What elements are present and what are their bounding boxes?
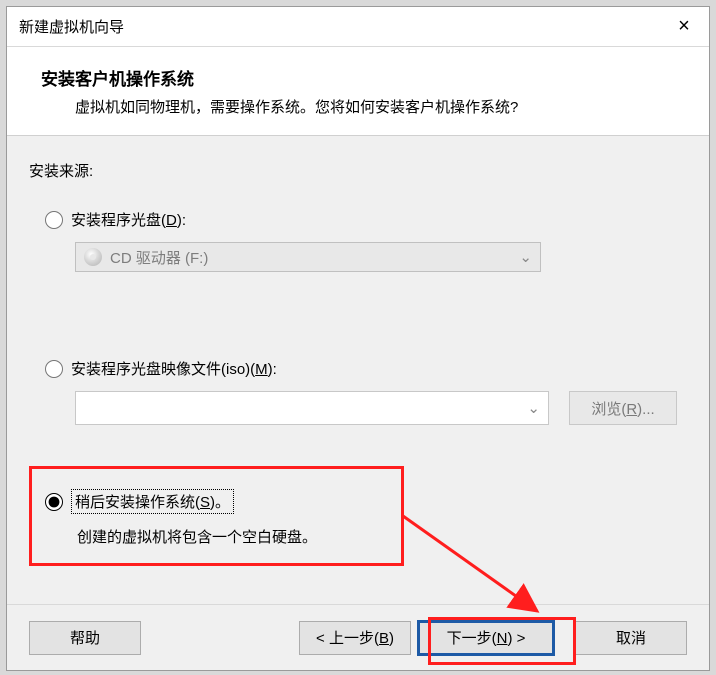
- iso-row: ⌄ 浏览(R)...: [75, 391, 687, 425]
- wizard-header: 安装客户机操作系统 虚拟机如同物理机，需要操作系统。您将如何安装客户机操作系统?: [7, 47, 709, 136]
- text: 安装程序光盘映像文件(iso)(: [71, 361, 255, 378]
- back-button-label: < 上一步(B): [316, 627, 394, 648]
- text: 安装程序光盘(: [71, 212, 166, 229]
- browse-button[interactable]: 浏览(R)...: [569, 391, 677, 425]
- option-iso-file[interactable]: 安装程序光盘映像文件(iso)(M):: [45, 358, 687, 379]
- disc-icon: [84, 248, 102, 266]
- radio-iso-file[interactable]: [45, 360, 63, 378]
- text: 稍后安装操作系统(: [75, 494, 200, 511]
- text: < 上一步(: [316, 630, 379, 647]
- close-icon: ×: [678, 15, 690, 38]
- page-title: 安装客户机操作系统: [41, 65, 681, 90]
- install-source-group: 安装程序光盘(D): CD 驱动器 (F:) ⌄ 安装程序光盘映像文件(iso)…: [45, 209, 687, 547]
- cancel-button-label: 取消: [616, 627, 646, 648]
- next-button[interactable]: 下一步(N) >: [417, 620, 555, 656]
- hotkey: R: [626, 401, 637, 418]
- back-button[interactable]: < 上一步(B): [299, 621, 411, 655]
- chevron-down-icon: ⌄: [527, 399, 540, 417]
- iso-path-combo[interactable]: ⌄: [75, 391, 549, 425]
- hotkey: N: [497, 630, 508, 647]
- radio-install-later[interactable]: [45, 493, 63, 511]
- text: ):: [177, 212, 186, 229]
- option-installer-disc[interactable]: 安装程序光盘(D):: [45, 209, 687, 230]
- hotkey: B: [379, 630, 389, 647]
- wizard-window: 新建虚拟机向导 × 安装客户机操作系统 虚拟机如同物理机，需要操作系统。您将如何…: [6, 6, 710, 671]
- text: 浏览(: [591, 401, 626, 418]
- option-iso-file-label: 安装程序光盘映像文件(iso)(M):: [71, 358, 277, 379]
- source-label: 安装来源:: [29, 160, 687, 181]
- install-later-hint: 创建的虚拟机将包含一个空白硬盘。: [77, 526, 687, 547]
- text: 下一步(: [447, 630, 497, 647]
- wizard-body: 安装来源: 安装程序光盘(D): CD 驱动器 (F:) ⌄ 安装程序光盘映像文…: [7, 136, 709, 604]
- text: ):: [268, 361, 277, 378]
- cancel-button[interactable]: 取消: [575, 621, 687, 655]
- drive-select[interactable]: CD 驱动器 (F:) ⌄: [75, 242, 541, 272]
- radio-installer-disc[interactable]: [45, 211, 63, 229]
- hotkey: M: [255, 361, 268, 378]
- window-title: 新建虚拟机向导: [19, 16, 124, 37]
- page-subtitle: 虚拟机如同物理机，需要操作系统。您将如何安装客户机操作系统?: [75, 96, 681, 117]
- help-button-label: 帮助: [70, 627, 100, 648]
- next-button-label: 下一步(N) >: [447, 627, 526, 648]
- hotkey: S: [200, 494, 210, 511]
- option-installer-disc-label: 安装程序光盘(D):: [71, 209, 186, 230]
- browse-button-label: 浏览(R)...: [591, 398, 654, 419]
- titlebar: 新建虚拟机向导 ×: [7, 7, 709, 47]
- drive-select-value: CD 驱动器 (F:): [110, 247, 208, 268]
- text: ): [389, 630, 394, 647]
- close-button[interactable]: ×: [661, 7, 707, 46]
- hotkey: D: [166, 212, 177, 229]
- option-install-later-label: 稍后安装操作系统(S)。: [71, 489, 234, 514]
- help-button[interactable]: 帮助: [29, 621, 141, 655]
- wizard-footer: 帮助 < 上一步(B) 下一步(N) > 取消: [7, 604, 709, 670]
- chevron-down-icon: ⌄: [519, 248, 532, 266]
- text: )。: [210, 494, 230, 511]
- text: )...: [637, 401, 655, 418]
- option-install-later[interactable]: 稍后安装操作系统(S)。: [45, 489, 687, 514]
- text: ) >: [507, 630, 525, 647]
